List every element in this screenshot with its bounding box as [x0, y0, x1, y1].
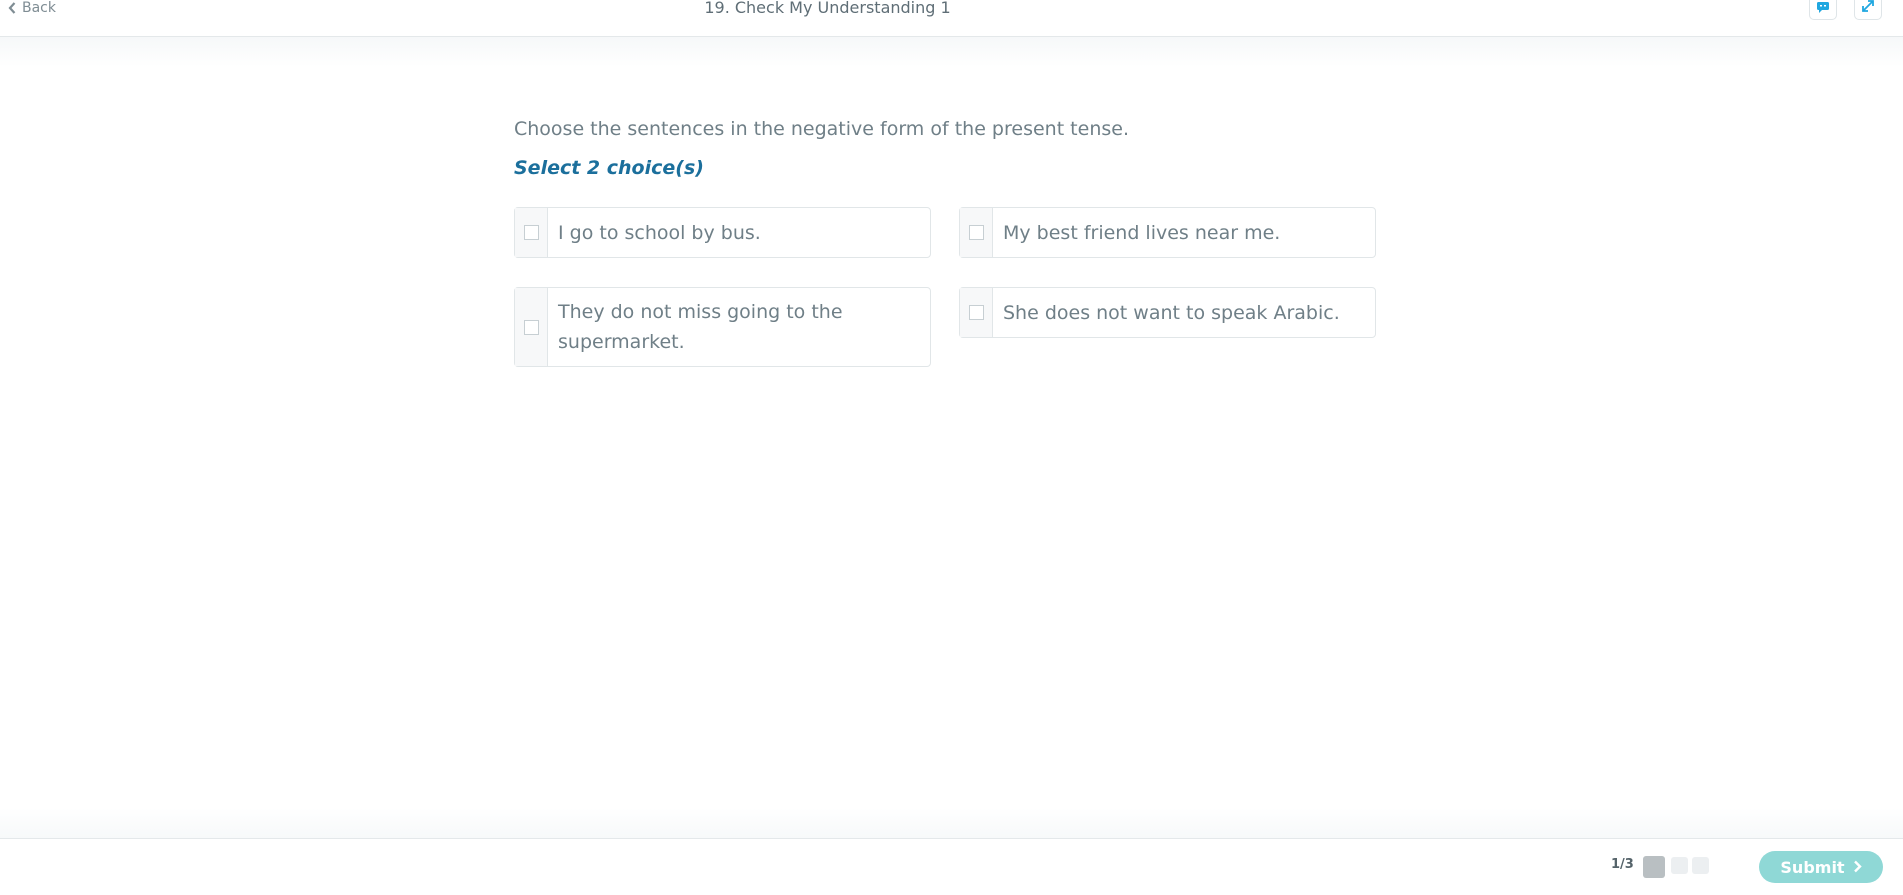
chat-icon	[1816, 0, 1830, 17]
choice-label: My best friend lives near me.	[1003, 222, 1281, 244]
checkbox[interactable]	[968, 225, 984, 240]
submit-button[interactable]: Submit	[1759, 851, 1883, 883]
page-dot-3[interactable]	[1692, 857, 1709, 874]
page-progress: 1/3	[1611, 857, 1634, 872]
choice-label: She does not want to speak Arabic.	[1003, 302, 1340, 324]
checkbox[interactable]	[523, 225, 539, 240]
page-title: 19. Check My Understanding 1	[704, 0, 951, 17]
selection-instruction: Select 2 choice(s)	[514, 157, 704, 179]
checkbox-column	[515, 208, 548, 257]
fullscreen-button[interactable]	[1854, 0, 1882, 20]
question-prompt: Choose the sentences in the negative for…	[514, 118, 1129, 140]
checkbox-column	[960, 208, 993, 257]
checkbox-column	[515, 288, 548, 366]
choice-label: I go to school by bus.	[558, 222, 761, 244]
submit-label: Submit	[1780, 857, 1845, 877]
top-bar: Back 19. Check My Understanding 1	[0, 0, 1903, 37]
header-shadow	[0, 37, 1903, 67]
checkbox-column	[960, 288, 993, 337]
choice-option-2[interactable]: My best friend lives near me.	[959, 207, 1376, 258]
chevron-right-icon	[1853, 858, 1862, 877]
checkbox[interactable]	[968, 305, 984, 320]
chat-button[interactable]	[1809, 0, 1837, 20]
choice-option-4[interactable]: She does not want to speak Arabic.	[959, 287, 1376, 338]
expand-icon	[1861, 0, 1875, 17]
choice-label: They do not miss going to the supermarke…	[558, 301, 843, 353]
page-dot-1[interactable]	[1643, 856, 1665, 878]
choice-option-3[interactable]: They do not miss going to the supermarke…	[514, 287, 931, 367]
footer-shadow	[0, 808, 1903, 838]
page-dot-2[interactable]	[1671, 857, 1688, 874]
choice-option-1[interactable]: I go to school by bus.	[514, 207, 931, 258]
checkbox[interactable]	[523, 319, 539, 335]
